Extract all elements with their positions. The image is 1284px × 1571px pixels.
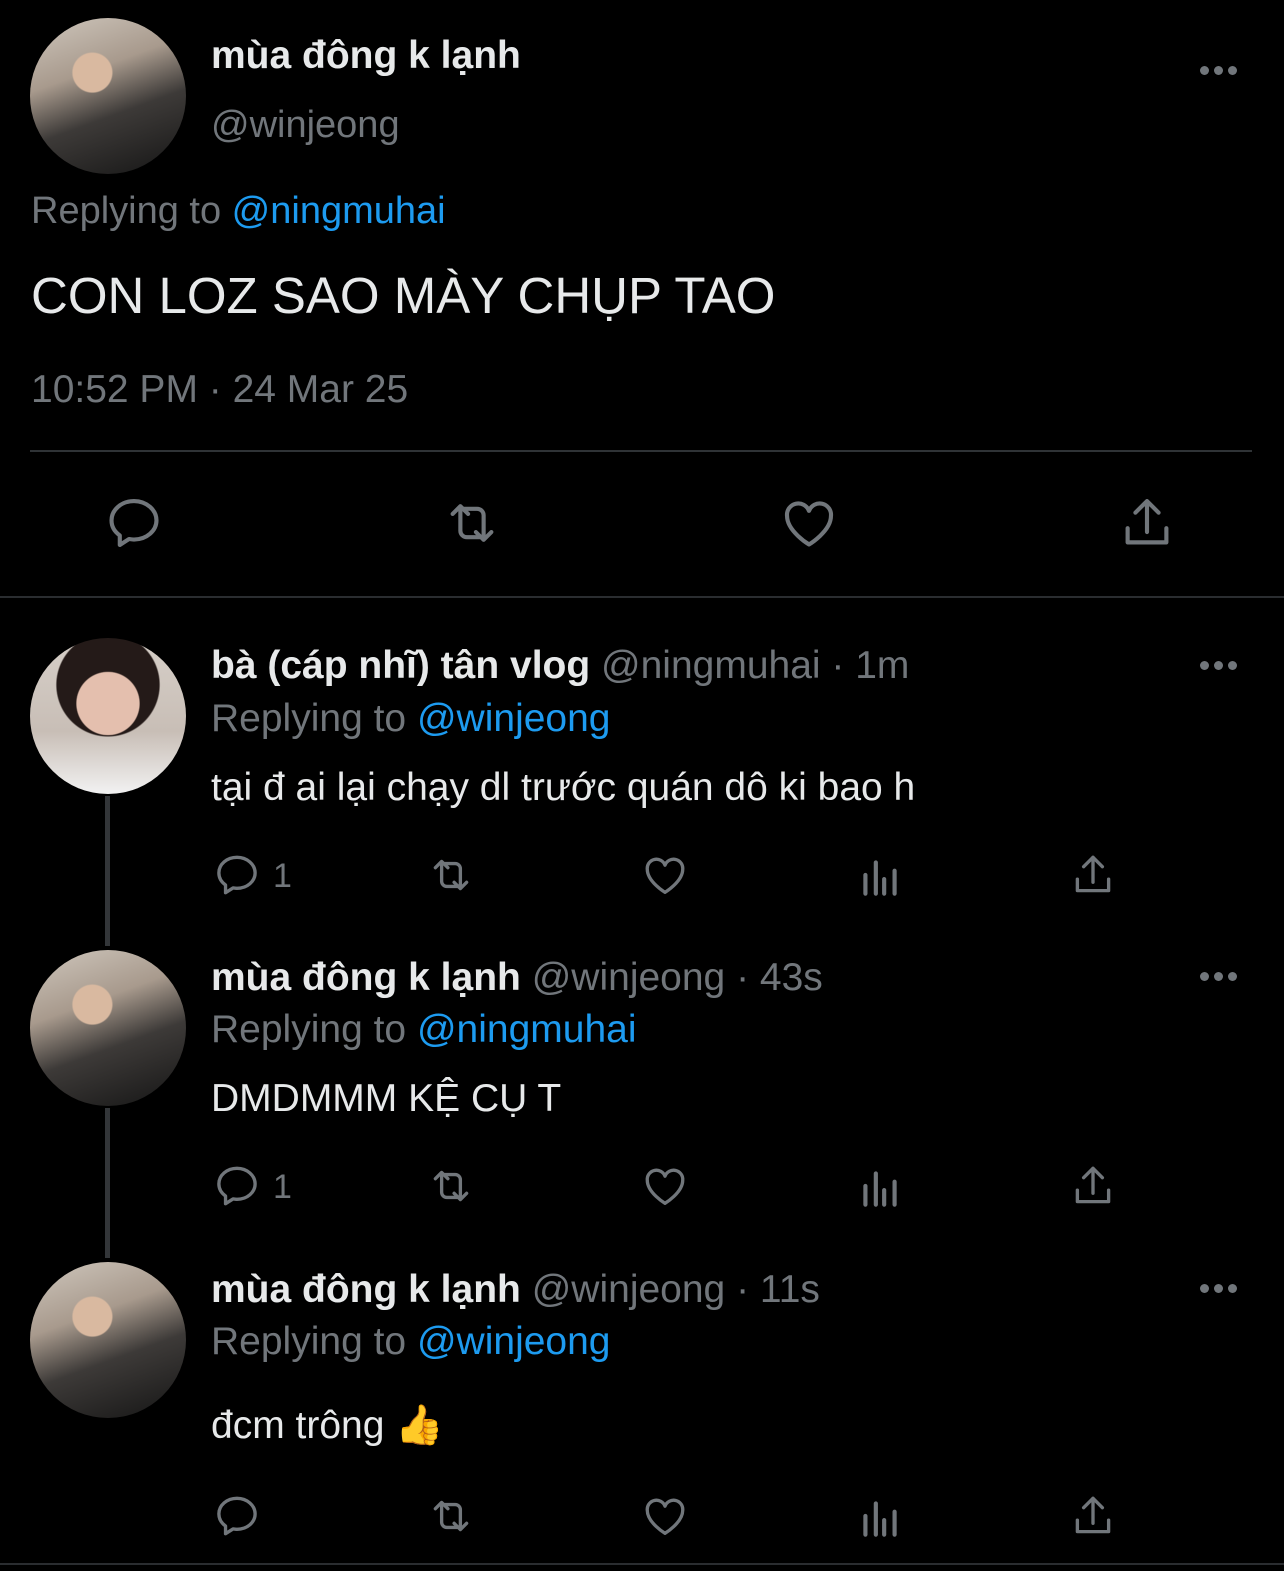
display-name[interactable]: mùa đông k lạnh — [211, 956, 521, 999]
handle[interactable]: @winjeong — [211, 104, 400, 147]
replying-to: Replying to @ningmuhai — [31, 190, 446, 233]
retweet-icon[interactable] — [424, 1491, 478, 1541]
handle[interactable]: @winjeong — [532, 1268, 726, 1311]
bottom-divider — [0, 1563, 1284, 1565]
reply-icon[interactable] — [212, 1161, 262, 1211]
avatar[interactable] — [30, 638, 186, 794]
share-icon[interactable] — [1068, 850, 1118, 900]
tweet-text: đcm trông 👍 — [211, 1404, 444, 1447]
retweet-icon[interactable] — [424, 1161, 478, 1211]
relative-time[interactable]: · 11s — [725, 1268, 820, 1311]
tweet-text: CON LOZ SAO MÀY CHỤP TAO — [31, 267, 776, 324]
more-icon[interactable] — [1200, 66, 1240, 76]
divider — [30, 450, 1252, 452]
views-icon[interactable] — [855, 852, 905, 902]
reply-icon[interactable] — [103, 492, 165, 554]
section-divider — [0, 596, 1284, 598]
replying-to: Replying to @ningmuhai — [211, 1008, 637, 1052]
share-icon[interactable] — [1116, 492, 1178, 554]
like-icon[interactable] — [640, 1161, 690, 1211]
thread-line — [105, 1108, 110, 1258]
relative-time[interactable]: · 43s — [725, 956, 823, 999]
reply-header: mùa đông k lạnh @winjeong · 11s — [211, 1268, 820, 1312]
mention-link[interactable]: @ningmuhai — [232, 190, 446, 232]
reply-header: mùa đông k lạnh @winjeong · 43s — [211, 956, 823, 1000]
replying-to: Replying to @winjeong — [211, 1320, 611, 1364]
handle[interactable]: @ningmuhai — [601, 644, 821, 687]
retweet-icon[interactable] — [439, 492, 505, 554]
mention-link[interactable]: @winjeong — [417, 1320, 611, 1363]
timestamp[interactable]: 10:52 PM · 24 Mar 25 — [31, 368, 408, 412]
retweet-icon[interactable] — [424, 850, 478, 900]
display-name[interactable]: mùa đông k lạnh — [211, 34, 521, 78]
like-icon[interactable] — [640, 850, 690, 900]
avatar[interactable] — [30, 950, 186, 1106]
reply-header: bà (cáp nhĩ) tân vlog @ningmuhai · 1m — [211, 644, 909, 688]
reply-icon[interactable] — [212, 850, 262, 900]
more-icon[interactable] — [1200, 661, 1240, 671]
tweet-text: DMDMMM KỆ CỤ T — [211, 1077, 562, 1120]
more-icon[interactable] — [1200, 1284, 1240, 1294]
relative-time[interactable]: · 1m — [821, 644, 909, 687]
display-name[interactable]: mùa đông k lạnh — [211, 1268, 521, 1311]
views-icon[interactable] — [855, 1163, 905, 1213]
share-icon[interactable] — [1068, 1161, 1118, 1211]
avatar[interactable] — [30, 1262, 186, 1418]
replying-prefix: Replying to — [211, 697, 417, 740]
like-icon[interactable] — [640, 1491, 690, 1541]
handle[interactable]: @winjeong — [532, 956, 726, 999]
replying-prefix: Replying to — [31, 190, 232, 232]
avatar[interactable] — [30, 18, 186, 174]
replying-to: Replying to @winjeong — [211, 697, 611, 741]
like-icon[interactable] — [778, 492, 840, 554]
share-icon[interactable] — [1068, 1491, 1118, 1541]
replying-prefix: Replying to — [211, 1320, 417, 1363]
reply-count: 1 — [273, 857, 292, 895]
tweet-text: tại đ ai lại chạy dl trước quán dô ki ba… — [211, 766, 916, 809]
display-name[interactable]: bà (cáp nhĩ) tân vlog — [211, 644, 590, 687]
reply-icon[interactable] — [212, 1491, 262, 1541]
views-icon[interactable] — [855, 1493, 905, 1543]
thread-line — [105, 796, 110, 946]
more-icon[interactable] — [1200, 972, 1240, 982]
replying-prefix: Replying to — [211, 1008, 417, 1051]
reply-count: 1 — [273, 1168, 292, 1206]
mention-link[interactable]: @winjeong — [417, 697, 611, 740]
mention-link[interactable]: @ningmuhai — [417, 1008, 637, 1051]
